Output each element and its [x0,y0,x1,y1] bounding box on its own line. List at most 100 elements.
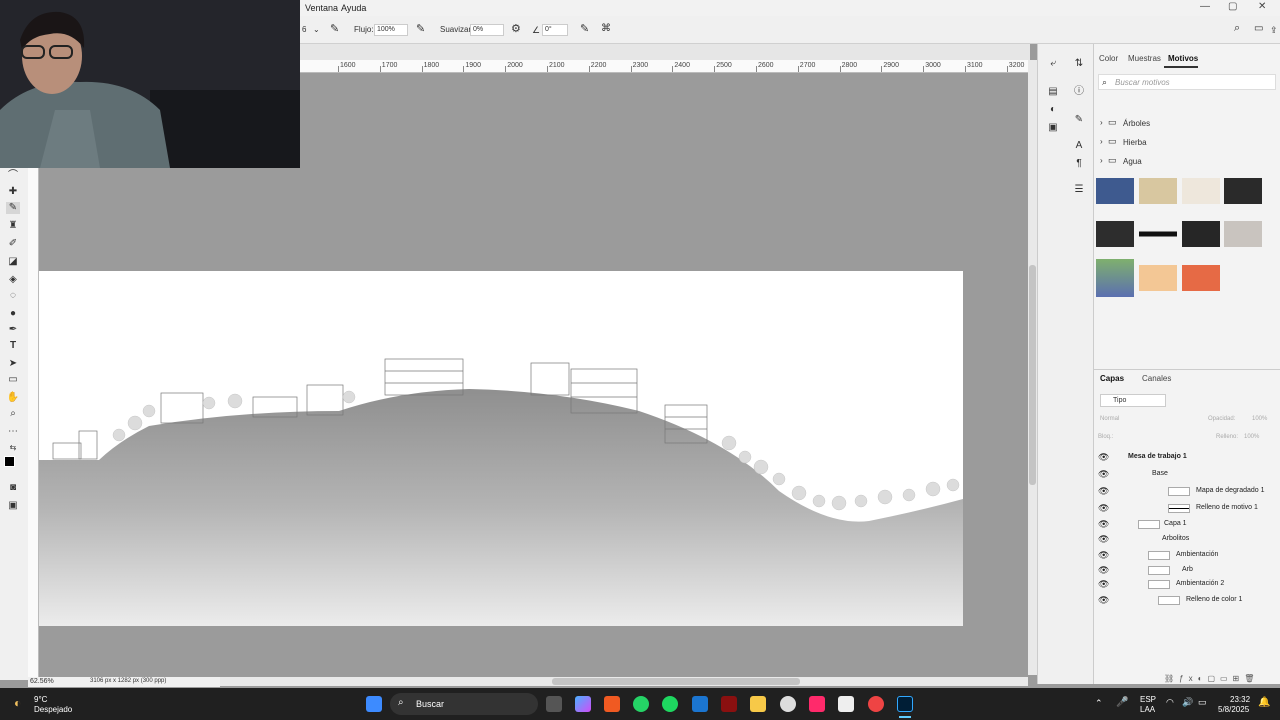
eye-icon[interactable]: 👁 [1098,534,1109,545]
fill-input[interactable]: 100% [1244,434,1259,440]
workspace-icon[interactable]: ▭ [1254,23,1263,34]
weather-temp[interactable]: 9°C [34,695,47,704]
pattern-swatch[interactable] [1182,178,1220,204]
minimize-icon[interactable]: — [1200,1,1210,12]
whatsapp-icon[interactable] [633,696,649,712]
layer-row[interactable]: 👁 Mapa de degradado 1 [1094,484,1280,499]
tab-capas[interactable]: Capas [1100,374,1124,383]
character-panel-icon[interactable]: A [1072,140,1086,152]
pattern-swatch[interactable] [1139,178,1177,204]
motivos-search-field[interactable]: ⌕ Buscar motivos [1098,74,1276,90]
language-line1[interactable]: ESP [1140,695,1156,704]
wifi-icon[interactable]: ◠ [1166,697,1174,708]
paint-bucket-icon[interactable]: ◈ [6,274,20,286]
document-info[interactable]: 3106 px x 1282 px (300 ppp) [90,678,166,684]
pattern-swatch[interactable] [1224,221,1262,247]
task-view-icon[interactable] [546,696,562,712]
swap-colors-icon[interactable]: ⇆ [6,442,20,454]
clock-time[interactable]: 23:32 [1230,695,1250,704]
tab-color[interactable]: Color [1099,54,1118,63]
adjust-panel-icon[interactable]: ⇅ [1072,58,1086,70]
copilot-icon[interactable] [575,696,591,712]
rectangle-icon[interactable]: ▭ [6,374,20,386]
eye-icon[interactable]: 👁 [1098,579,1109,590]
tab-canales[interactable]: Canales [1142,374,1171,383]
microphone-icon[interactable]: 🎤 [1116,697,1128,708]
brush-settings-icon[interactable]: ✎ [1072,114,1086,126]
pressure-size-icon[interactable]: ✎ [580,22,589,35]
battery-icon[interactable]: ▭ [1198,697,1207,708]
layer-row[interactable]: 👁 Relleno de motivo 1 [1094,501,1280,516]
layer-row[interactable]: 👁 Ambientación [1094,548,1280,563]
lasso-icon[interactable]: ⌒ [6,170,20,182]
chrome-icon[interactable] [868,696,884,712]
app-icon[interactable] [780,696,796,712]
image-panel-icon[interactable]: ▣ [1046,122,1060,134]
brave-icon[interactable] [604,696,620,712]
stamp-icon[interactable]: ♜ [6,220,20,232]
eye-icon[interactable]: 👁 [1098,469,1109,480]
menu-ventana[interactable]: Ventana [305,3,338,13]
maximize-icon[interactable]: ▢ [1228,1,1237,12]
photoshop-icon[interactable] [897,696,913,712]
volume-icon[interactable]: 🔊 [1182,697,1193,708]
search-icon[interactable]: ⌕ [1234,22,1240,35]
clock-date[interactable]: 5/8/2025 [1218,705,1249,714]
layer-comps-icon[interactable]: ▤ [1046,86,1060,98]
healing-brush-icon[interactable]: ✚ [6,186,20,198]
layer-row[interactable]: 👁 Ambientación 2 [1094,577,1280,592]
horizontal-scrollbar-thumb[interactable] [552,678,800,685]
layer-row[interactable]: 👁 Arb [1094,563,1280,578]
vertical-scrollbar-thumb[interactable] [1029,265,1036,485]
eye-icon[interactable]: 👁 [1098,595,1109,606]
pattern-swatch[interactable] [1139,265,1177,291]
taskbar-search[interactable]: ⌕ Buscar [390,693,538,715]
pressure-icon[interactable]: ✎ [416,22,425,35]
pattern-swatch[interactable] [1182,265,1220,291]
file-explorer-icon[interactable] [750,696,766,712]
horizontal-scrollbar[interactable] [220,677,1028,686]
illustrator-icon[interactable] [809,696,825,712]
close-icon[interactable]: ✕ [1258,1,1266,12]
pattern-swatch[interactable] [1096,178,1134,204]
layer-actions-bar[interactable]: ⛓ƒx◐▢▭⊞🗑 [1164,674,1259,683]
info-icon[interactable]: ⓘ [1072,86,1086,98]
smoothing-input[interactable]: 0% [470,24,504,36]
angle-input[interactable]: 0° [542,24,568,36]
weather-desc[interactable]: Despejado [34,705,72,714]
type-icon[interactable]: T [6,340,20,352]
folder-hierba[interactable]: › ▭ Hierba [1098,136,1268,150]
screen-mode-icon[interactable]: ▣ [6,500,20,512]
pattern-swatch[interactable] [1139,221,1177,247]
eye-icon[interactable]: 👁 [1098,452,1109,463]
pattern-swatch[interactable] [1224,178,1262,204]
language-line2[interactable]: LAA [1140,705,1155,714]
windows-start-icon[interactable] [366,696,382,712]
pattern-swatch[interactable] [1182,221,1220,247]
foreground-color-swatch[interactable] [4,456,15,467]
pattern-swatch[interactable] [1096,221,1134,247]
brush-size-value[interactable]: 6 [302,25,306,34]
chevron-down-icon[interactable]: ⌄ [313,25,320,34]
more-tools-icon[interactable]: ⋯ [6,426,20,438]
airbrush-icon[interactable]: ✎ [330,22,339,35]
adjustments-icon[interactable]: ◐ [1046,104,1060,116]
eye-icon[interactable]: 👁 [1098,503,1109,514]
vertical-scrollbar[interactable] [1028,60,1037,675]
quick-mask-icon[interactable]: ◙ [6,482,20,494]
eye-icon[interactable]: 👁 [1098,519,1109,530]
outlook-icon[interactable] [692,696,708,712]
layer-filter-select[interactable]: Tipo [1100,394,1166,407]
app-icon[interactable] [721,696,737,712]
chevron-up-icon[interactable]: ⌃ [1095,698,1103,709]
dodge-icon[interactable]: ● [6,308,20,320]
layer-group[interactable]: 👁 Base [1094,467,1280,482]
share-icon[interactable]: ⇪ [1270,25,1278,36]
folder-agua[interactable]: › ▭ Agua [1098,155,1268,169]
brush-icon[interactable]: ✎ [6,202,20,214]
layer-group[interactable]: 👁 Arbolitos [1094,532,1280,547]
eye-icon[interactable]: 👁 [1098,565,1109,576]
eraser-icon[interactable]: ◪ [6,256,20,268]
flow-input[interactable]: 100% [374,24,408,36]
blur-icon[interactable]: ◌ [6,290,20,302]
